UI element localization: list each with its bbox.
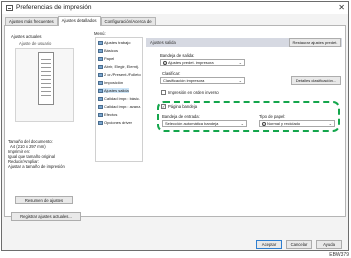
page-preview-icon bbox=[38, 52, 54, 105]
menu-item-layout-booklet[interactable]: 2 cr./Present./Folleto bbox=[98, 72, 141, 77]
paper-icon bbox=[98, 56, 103, 61]
info-icon: i bbox=[163, 60, 167, 66]
input-tray-label: Bandeja de entrada: bbox=[162, 114, 200, 119]
output-icon bbox=[98, 88, 103, 93]
tab-detailed-settings[interactable]: Ajustes detallados bbox=[57, 16, 101, 26]
gear-icon bbox=[98, 120, 103, 125]
print-preview bbox=[15, 48, 74, 122]
reverse-order-label: Impresión en orden inverso bbox=[168, 90, 219, 95]
info-icon: i bbox=[262, 121, 266, 127]
printer-icon bbox=[6, 5, 13, 11]
menu-label: Menú: bbox=[94, 31, 106, 36]
chevron-down-icon: ⌄ bbox=[328, 121, 332, 126]
info-line: Ajustar a tamaño de impresión bbox=[8, 164, 65, 169]
window-title: Preferencias de impresión bbox=[16, 4, 92, 11]
menu-item-open-choose[interactable]: Abrir, Elegir, Elemtj. bbox=[98, 64, 139, 69]
printing-preferences-window: Preferencias de impresión ✕ Ajustes más … bbox=[1, 1, 349, 251]
menu-item-paper[interactable]: Papel bbox=[98, 56, 114, 61]
folder-icon bbox=[98, 64, 103, 69]
image-code: EBW379 bbox=[329, 252, 349, 258]
quality-advanced-icon bbox=[98, 104, 103, 109]
input-tray-select[interactable]: Selección automática bandeja ⌄ bbox=[162, 120, 247, 127]
current-settings-label: Ajustes actuales bbox=[11, 34, 42, 39]
blank-pages-label: Página bandeja bbox=[168, 104, 198, 109]
output-tray-select[interactable]: i Ajustes predet. impresora ⌄ bbox=[160, 59, 245, 66]
close-icon[interactable]: ✕ bbox=[338, 2, 345, 13]
current-settings-value: Ajuste de usuario bbox=[19, 41, 52, 46]
blank-pages-checkbox[interactable]: ✓ bbox=[161, 104, 166, 109]
basic-icon bbox=[98, 48, 103, 53]
menu-item-driver-options[interactable]: Opciones driver bbox=[98, 120, 132, 125]
quality-icon bbox=[98, 96, 103, 101]
sort-label: Clasificar: bbox=[162, 71, 181, 76]
chevron-down-icon: ⌄ bbox=[238, 78, 242, 83]
menu-tree: Ajustes trabajo Básicos Papel Abrir, Ele… bbox=[95, 37, 143, 162]
menu-item-basic[interactable]: Básicos bbox=[98, 48, 118, 53]
menu-item-job-settings[interactable]: Ajustes trabajo bbox=[98, 40, 130, 45]
sort-select[interactable]: Clasificación impresora ⌄ bbox=[160, 77, 245, 84]
cancel-button[interactable]: Cancelar bbox=[286, 240, 312, 249]
register-settings-button[interactable]: Registrar ajustes actuales... bbox=[11, 212, 81, 221]
paper-type-select[interactable]: i Normal y reciclado ⌄ bbox=[259, 120, 335, 127]
menu-item-output-settings[interactable]: Ajustes salida bbox=[98, 88, 129, 93]
section-header: Ajustes salida Restaurar ajustes predet. bbox=[146, 38, 342, 47]
menu-item-quality-basic[interactable]: Calidad impr.: básic. bbox=[98, 96, 140, 101]
restore-defaults-button[interactable]: Restaurar ajustes predet. bbox=[289, 38, 341, 47]
imposition-icon bbox=[98, 80, 103, 85]
reverse-order-checkbox[interactable] bbox=[161, 90, 166, 95]
title-bar: Preferencias de impresión ✕ bbox=[2, 2, 348, 14]
booklet-icon bbox=[98, 72, 103, 77]
detailed-settings-panel: Ajustes actuales Ajuste de usuario Tamañ… bbox=[4, 25, 346, 221]
sort-details-button[interactable]: Detalles clasificación... bbox=[291, 76, 341, 85]
menu-item-effects[interactable]: Efectos bbox=[98, 112, 117, 117]
output-tray-label: Bandeja de salida: bbox=[160, 53, 195, 58]
job-icon bbox=[98, 40, 103, 45]
section-title: Ajustes salida bbox=[150, 40, 176, 45]
chevron-down-icon: ⌄ bbox=[238, 60, 242, 65]
settings-summary-button[interactable]: Resumen de ajustes bbox=[15, 196, 73, 204]
help-button[interactable]: Ayuda bbox=[316, 240, 342, 249]
paper-type-label: Tipo de papel: bbox=[259, 114, 286, 119]
menu-item-imposition[interactable]: Imposición bbox=[98, 80, 123, 85]
accept-button[interactable]: Aceptar bbox=[256, 240, 282, 249]
effects-icon bbox=[98, 112, 103, 117]
menu-item-quality-advanced[interactable]: Calidad impr.: avanz. bbox=[98, 104, 141, 109]
chevron-down-icon: ⌄ bbox=[240, 121, 244, 126]
